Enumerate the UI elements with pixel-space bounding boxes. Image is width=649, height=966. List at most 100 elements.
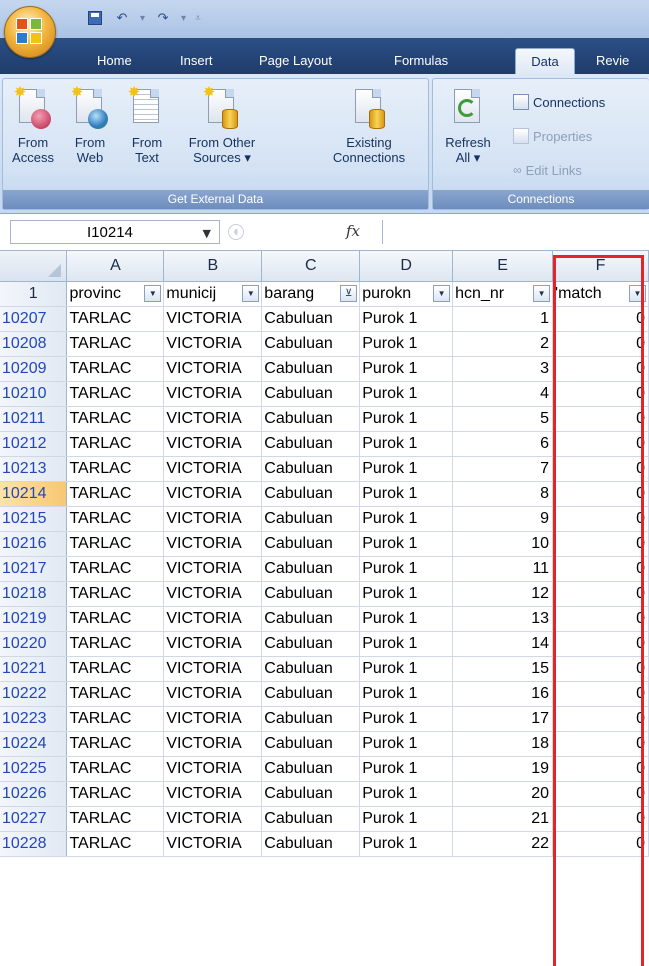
row-header[interactable]: 10213	[0, 456, 68, 482]
cell-hcn[interactable]: 18	[452, 731, 554, 757]
row-header[interactable]: 10212	[0, 431, 68, 457]
cell-purok[interactable]: Purok 1	[359, 406, 454, 432]
cell-hcn[interactable]: 2	[452, 331, 554, 357]
redo-icon[interactable]: ↷	[154, 9, 172, 27]
cell-match[interactable]: 0	[552, 706, 649, 732]
cell-province[interactable]: TARLAC	[66, 681, 165, 707]
cell-purok[interactable]: Purok 1	[359, 606, 454, 632]
chevron-down-icon[interactable]: ▼	[203, 227, 211, 240]
cell-province[interactable]: TARLAC	[66, 756, 165, 782]
row-header[interactable]: 10220	[0, 631, 68, 657]
row-header[interactable]: 10228	[0, 831, 68, 857]
cell-barangay[interactable]: Cabuluan	[261, 431, 361, 457]
cell-purok[interactable]: Purok 1	[359, 681, 454, 707]
cell-province[interactable]: TARLAC	[66, 506, 165, 532]
cell-province[interactable]: TARLAC	[66, 606, 165, 632]
filter-dropdown-icon[interactable]: ▼	[533, 285, 551, 302]
cell-purok[interactable]: Purok 1	[359, 806, 454, 832]
row-header[interactable]: 10224	[0, 731, 68, 757]
cell-barangay[interactable]: Cabuluan	[261, 381, 361, 407]
save-icon[interactable]	[86, 9, 104, 27]
connections-button[interactable]: Connections	[513, 91, 605, 113]
cell-municipality[interactable]: VICTORIA	[163, 456, 263, 482]
cell-province[interactable]: TARLAC	[66, 581, 165, 607]
cell-hcn[interactable]: 12	[452, 581, 554, 607]
tab-home[interactable]: Home	[97, 48, 132, 74]
cell-hcn[interactable]: 9	[452, 506, 554, 532]
cell-hcn[interactable]: 4	[452, 381, 554, 407]
cell-province[interactable]: TARLAC	[66, 381, 165, 407]
redo-dropdown-icon[interactable]: ▾	[181, 13, 186, 24]
cell-purok[interactable]: Purok 1	[359, 431, 454, 457]
filter-dropdown-icon[interactable]: ▼	[242, 285, 260, 302]
customize-qat-icon[interactable]: ⩡	[195, 13, 201, 24]
row-header[interactable]: 10214	[0, 481, 68, 507]
cell-match[interactable]: 0	[552, 556, 649, 582]
cell-municipality[interactable]: VICTORIA	[163, 431, 263, 457]
cell-barangay[interactable]: Cabuluan	[261, 556, 361, 582]
cell-hcn[interactable]: 16	[452, 681, 554, 707]
column-header-e[interactable]: E	[452, 251, 554, 282]
cell-hcn[interactable]: 5	[452, 406, 554, 432]
cell-barangay[interactable]: Cabuluan	[261, 581, 361, 607]
cell-province[interactable]: TARLAC	[66, 431, 165, 457]
cell-municipality[interactable]: VICTORIA	[163, 806, 263, 832]
filter-dropdown-icon[interactable]: ▼	[629, 285, 646, 302]
cell-purok[interactable]: Purok 1	[359, 381, 454, 407]
cell-barangay[interactable]: Cabuluan	[261, 506, 361, 532]
cell-municipality[interactable]: VICTORIA	[163, 556, 263, 582]
row-header[interactable]: 10211	[0, 406, 68, 432]
cell-municipality[interactable]: VICTORIA	[163, 331, 263, 357]
header-cell-purok[interactable]: purokn ▼	[359, 281, 454, 307]
row-header[interactable]: 10225	[0, 756, 68, 782]
cell-purok[interactable]: Purok 1	[359, 831, 454, 857]
cell-barangay[interactable]: Cabuluan	[261, 831, 361, 857]
cell-province[interactable]: TARLAC	[66, 806, 165, 832]
filter-dropdown-icon[interactable]: ▼	[433, 285, 451, 302]
tab-formulas[interactable]: Formulas	[394, 48, 448, 74]
cell-barangay[interactable]: Cabuluan	[261, 481, 361, 507]
row-header[interactable]: 10216	[0, 531, 68, 557]
filter-active-icon[interactable]: ⊻	[340, 285, 358, 302]
cell-municipality[interactable]: VICTORIA	[163, 656, 263, 682]
cell-municipality[interactable]: VICTORIA	[163, 381, 263, 407]
formula-input[interactable]	[382, 220, 649, 244]
cell-purok[interactable]: Purok 1	[359, 456, 454, 482]
cell-barangay[interactable]: Cabuluan	[261, 356, 361, 382]
cell-purok[interactable]: Purok 1	[359, 781, 454, 807]
row-header[interactable]: 10215	[0, 506, 68, 532]
cell-province[interactable]: TARLAC	[66, 456, 165, 482]
insert-function-icon[interactable]: fx	[346, 222, 360, 240]
cell-hcn[interactable]: 8	[452, 481, 554, 507]
column-header-d[interactable]: D	[359, 251, 454, 282]
cell-municipality[interactable]: VICTORIA	[163, 531, 263, 557]
column-header-c[interactable]: C	[261, 251, 361, 282]
cell-match[interactable]: 0	[552, 731, 649, 757]
cell-hcn[interactable]: 3	[452, 356, 554, 382]
from-other-sources-button[interactable]: ✸ From Other Sources ▾	[177, 85, 267, 166]
cell-match[interactable]: 0	[552, 531, 649, 557]
cell-match[interactable]: 0	[552, 481, 649, 507]
row-header[interactable]: 10207	[0, 306, 68, 332]
cell-barangay[interactable]: Cabuluan	[261, 606, 361, 632]
cell-match[interactable]: 0	[552, 831, 649, 857]
cell-purok[interactable]: Purok 1	[359, 706, 454, 732]
from-text-button[interactable]: ✸ From Text	[119, 85, 175, 166]
row-header[interactable]: 10221	[0, 656, 68, 682]
cell-municipality[interactable]: VICTORIA	[163, 606, 263, 632]
properties-button[interactable]: Properties	[513, 125, 592, 147]
cell-barangay[interactable]: Cabuluan	[261, 806, 361, 832]
cell-hcn[interactable]: 1	[452, 306, 554, 332]
header-cell-province[interactable]: provinc ▼	[66, 281, 165, 307]
cancel-icon[interactable]: ◖	[228, 224, 244, 240]
cell-province[interactable]: TARLAC	[66, 306, 165, 332]
cell-hcn[interactable]: 11	[452, 556, 554, 582]
cell-hcn[interactable]: 17	[452, 706, 554, 732]
cell-province[interactable]: TARLAC	[66, 356, 165, 382]
column-header-b[interactable]: B	[163, 251, 263, 282]
cell-province[interactable]: TARLAC	[66, 481, 165, 507]
from-web-button[interactable]: ✸ From Web	[62, 85, 118, 165]
cell-match[interactable]: 0	[552, 306, 649, 332]
cell-purok[interactable]: Purok 1	[359, 481, 454, 507]
cell-province[interactable]: TARLAC	[66, 706, 165, 732]
